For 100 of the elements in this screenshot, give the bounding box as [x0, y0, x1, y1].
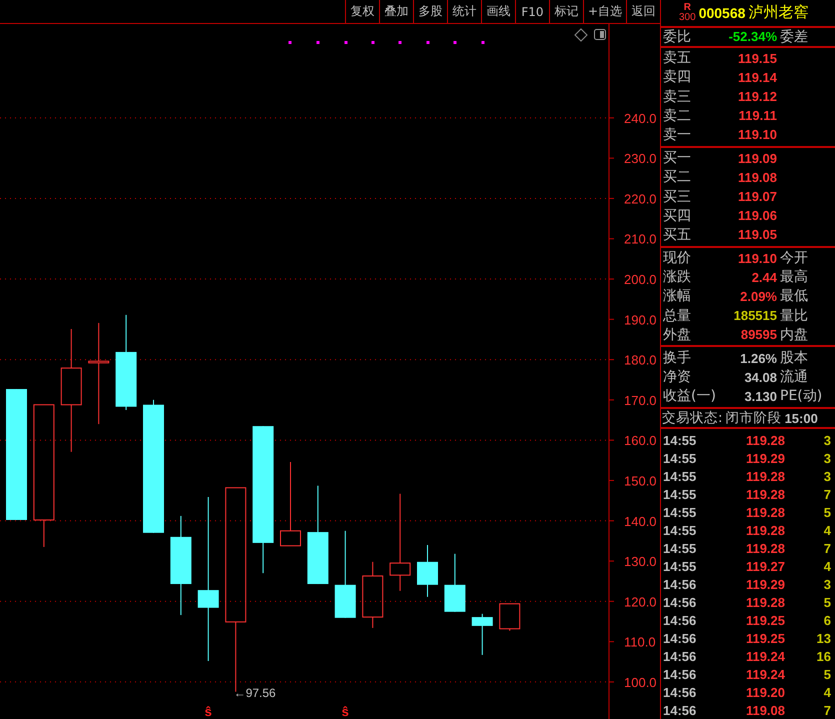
- axis-tick-label: 160.0: [608, 433, 657, 448]
- trade-volume: 16: [816, 648, 832, 664]
- order-price: 119.14: [736, 70, 777, 85]
- trade-volume: 6: [822, 612, 832, 628]
- axis-tick-label: 200.0: [608, 272, 657, 288]
- field-value: -52.34%: [728, 29, 777, 44]
- trade-time: 14:56: [662, 702, 698, 718]
- order-level-label: 买一: [662, 149, 692, 168]
- trade-price: 119.25: [744, 612, 785, 628]
- axis-tick-label: 220.0: [608, 191, 657, 206]
- trade-price: 119.28: [744, 540, 785, 556]
- field-value: 2.09%: [739, 288, 777, 304]
- trade-time: 14:56: [662, 630, 698, 646]
- axis-tick-label: 170.0: [608, 392, 657, 408]
- trade-price: 119.28: [744, 468, 785, 484]
- trade-time: 14:56: [662, 666, 698, 682]
- field-label: 委比: [662, 28, 692, 46]
- status-time: 15:00: [784, 410, 818, 426]
- field-label: 换手: [662, 349, 692, 368]
- order-price: 119.10: [736, 127, 777, 142]
- trade-volume: 4: [822, 684, 832, 700]
- trade-volume: 3: [822, 450, 832, 466]
- field-label: 股本: [779, 349, 808, 368]
- field-label: 现价: [662, 249, 692, 268]
- trade-volume: 3: [822, 468, 832, 484]
- order-price: 119.06: [736, 208, 777, 224]
- trade-volume: 4: [822, 558, 832, 574]
- field-label: 净资: [662, 368, 692, 386]
- order-level-label: 卖一: [662, 126, 692, 144]
- field-label: PE(动): [779, 387, 822, 406]
- field-label: 收益(一): [662, 387, 717, 406]
- trade-time: 14:55: [662, 558, 698, 574]
- trade-time: 14:55: [662, 450, 698, 466]
- order-level-label: 买三: [662, 188, 692, 206]
- order-level-label: 买二: [662, 168, 692, 186]
- trade-price: 119.28: [744, 594, 785, 610]
- trade-price: 119.08: [744, 702, 785, 718]
- trade-price: 119.24: [744, 666, 785, 682]
- axis-tick-label: 180.0: [608, 352, 657, 368]
- field-value: 119.10: [736, 250, 777, 266]
- order-price: 119.05: [736, 227, 777, 242]
- order-price: 119.11: [738, 108, 777, 124]
- signal-marker: ŝ: [342, 704, 349, 719]
- field-label: 委差: [779, 28, 808, 46]
- trade-volume: 7: [822, 540, 832, 556]
- trade-time: 14:56: [662, 648, 698, 664]
- axis-tick-label: 140.0: [608, 514, 657, 529]
- trade-volume: 5: [822, 666, 832, 682]
- panel-toggle-icon[interactable]: [594, 29, 606, 40]
- field-label: 涨跌: [662, 268, 692, 286]
- status-value: 闭市阶段: [726, 409, 782, 427]
- candlestick: [444, 553, 466, 612]
- trade-time: 14:55: [662, 432, 698, 448]
- status-label: 交易状态:: [662, 409, 723, 427]
- trade-price: 119.29: [744, 576, 785, 592]
- trade-volume: 4: [822, 522, 832, 538]
- order-level-label: 买四: [662, 206, 692, 225]
- field-label: 涨幅: [662, 287, 692, 306]
- trade-price: 119.27: [744, 558, 785, 574]
- order-price: 119.15: [736, 50, 777, 66]
- candlestick: [417, 544, 438, 598]
- trade-volume: 3: [822, 576, 832, 592]
- trade-volume: 7: [822, 702, 832, 718]
- field-value: 185515: [732, 308, 777, 324]
- field-value: 34.08: [743, 370, 777, 385]
- field-label: 量比: [779, 306, 808, 325]
- trade-price: 119.25: [744, 630, 785, 646]
- trade-price: 119.28: [744, 522, 785, 538]
- index-tag-letter: R: [684, 2, 691, 13]
- axis-tick-label: 130.0: [608, 554, 657, 570]
- order-level-label: 卖二: [662, 106, 692, 125]
- field-label: 今开: [779, 249, 808, 268]
- field-value: 2.44: [750, 270, 777, 285]
- axis-tick-label: 240.0: [608, 110, 657, 126]
- trade-volume: 7: [822, 486, 832, 502]
- field-label: 总量: [662, 306, 692, 325]
- candlestick: [362, 561, 384, 628]
- signal-marker: ŝ: [204, 704, 212, 719]
- axis-tick-label: 100.0: [608, 674, 657, 690]
- field-value: 89595: [740, 327, 777, 342]
- axis-tick-label: 230.0: [608, 151, 657, 166]
- trade-price: 119.28: [744, 486, 785, 502]
- field-value: 3.130: [743, 388, 777, 404]
- trade-time: 14:56: [662, 594, 698, 610]
- order-price: 119.07: [736, 189, 777, 204]
- diamond-icon[interactable]: [574, 28, 588, 42]
- order-price: 119.08: [736, 170, 777, 185]
- candlestick: [499, 603, 520, 632]
- order-level-label: 卖五: [662, 49, 692, 68]
- field-label: 内盘: [779, 326, 808, 344]
- order-level-label: 买五: [662, 226, 692, 244]
- axis-tick-label: 110.0: [608, 634, 656, 650]
- field-label: 流通: [779, 368, 808, 386]
- axis-tick-label: 210.0: [608, 232, 657, 247]
- trade-time: 14:55: [662, 468, 698, 484]
- trade-volume: 3: [822, 432, 832, 448]
- trade-price: 119.29: [744, 450, 785, 466]
- trade-price: 119.24: [744, 648, 785, 664]
- order-level-label: 卖四: [662, 68, 692, 86]
- stock-name: 泸州老窖: [748, 3, 808, 22]
